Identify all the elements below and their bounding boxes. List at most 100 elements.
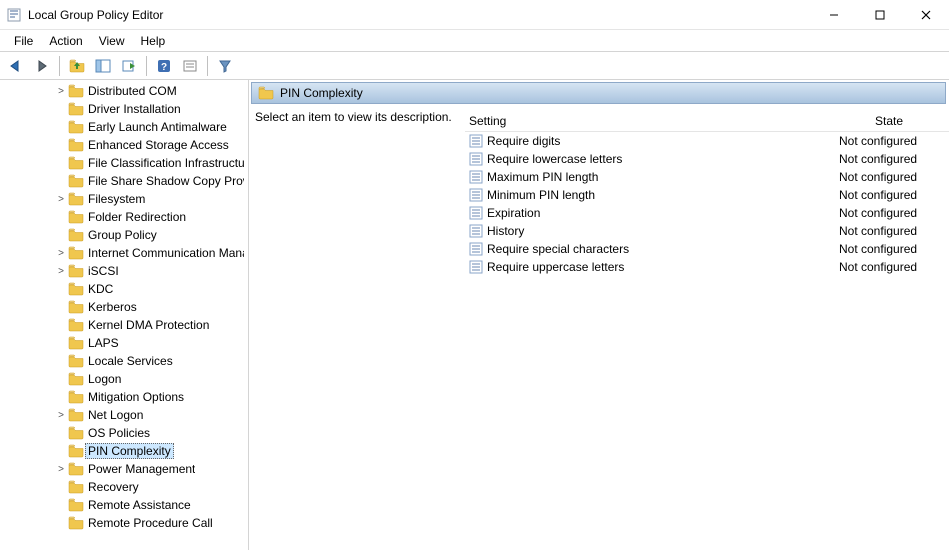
setting-state: Not configured bbox=[829, 134, 949, 148]
tree-item[interactable]: Group Policy bbox=[0, 226, 248, 244]
tree-item-label: Folder Redirection bbox=[88, 210, 186, 224]
settings-list: Setting State Require digitsNot configur… bbox=[465, 110, 949, 550]
expander-icon[interactable]: > bbox=[54, 410, 68, 421]
tree-item[interactable]: PIN Complexity bbox=[0, 442, 248, 460]
setting-label: Require lowercase letters bbox=[487, 152, 622, 166]
menu-file[interactable]: File bbox=[6, 32, 41, 50]
folder-icon bbox=[68, 174, 84, 188]
export-button[interactable] bbox=[117, 55, 141, 77]
tree-item[interactable]: Folder Redirection bbox=[0, 208, 248, 226]
setting-icon bbox=[469, 188, 483, 202]
setting-state: Not configured bbox=[829, 152, 949, 166]
tree-item-label: Net Logon bbox=[88, 408, 143, 422]
expander-icon[interactable]: > bbox=[54, 194, 68, 205]
tree-item-label: Logon bbox=[88, 372, 121, 386]
tree-item[interactable]: LAPS bbox=[0, 334, 248, 352]
app-icon bbox=[6, 7, 22, 23]
column-header-state[interactable]: State bbox=[829, 114, 949, 128]
setting-label: Require special characters bbox=[487, 242, 629, 256]
tree-item[interactable]: Remote Assistance bbox=[0, 496, 248, 514]
filter-button[interactable] bbox=[213, 55, 237, 77]
maximize-button[interactable] bbox=[857, 0, 903, 30]
tree-item[interactable]: File Classification Infrastructure bbox=[0, 154, 248, 172]
tree-item-label: KDC bbox=[88, 282, 113, 296]
tree-item[interactable]: Logon bbox=[0, 370, 248, 388]
tree-item[interactable]: OS Policies bbox=[0, 424, 248, 442]
folder-icon bbox=[68, 372, 84, 386]
properties-button[interactable] bbox=[178, 55, 202, 77]
close-button[interactable] bbox=[903, 0, 949, 30]
setting-row[interactable]: Minimum PIN lengthNot configured bbox=[465, 186, 949, 204]
setting-row[interactable]: ExpirationNot configured bbox=[465, 204, 949, 222]
setting-row[interactable]: Require digitsNot configured bbox=[465, 132, 949, 150]
tree-item[interactable]: Recovery bbox=[0, 478, 248, 496]
tree-item-label: PIN Complexity bbox=[85, 443, 174, 459]
tree-item[interactable]: Early Launch Antimalware bbox=[0, 118, 248, 136]
folder-icon bbox=[68, 156, 84, 170]
folder-icon bbox=[68, 138, 84, 152]
tree-item[interactable]: Remote Procedure Call bbox=[0, 514, 248, 532]
folder-icon bbox=[68, 84, 84, 98]
minimize-button[interactable] bbox=[811, 0, 857, 30]
menu-view[interactable]: View bbox=[91, 32, 133, 50]
content-pane: PIN Complexity Select an item to view it… bbox=[249, 80, 949, 550]
setting-icon bbox=[469, 152, 483, 166]
folder-icon bbox=[68, 282, 84, 296]
tree-item[interactable]: KDC bbox=[0, 280, 248, 298]
content-header: PIN Complexity bbox=[251, 82, 946, 104]
folder-icon bbox=[68, 444, 84, 458]
description-column: Select an item to view its description. bbox=[255, 110, 465, 550]
setting-row[interactable]: Require uppercase lettersNot configured bbox=[465, 258, 949, 276]
tree-item[interactable]: >iSCSI bbox=[0, 262, 248, 280]
forward-button[interactable] bbox=[30, 55, 54, 77]
tree-item[interactable]: Kerberos bbox=[0, 298, 248, 316]
tree-item[interactable]: Locale Services bbox=[0, 352, 248, 370]
tree-item-label: File Share Shadow Copy Provider bbox=[88, 174, 244, 188]
tree-item-label: Kerberos bbox=[88, 300, 137, 314]
folder-icon bbox=[68, 498, 84, 512]
tree-item[interactable]: Enhanced Storage Access bbox=[0, 136, 248, 154]
folder-icon bbox=[68, 318, 84, 332]
setting-icon bbox=[469, 224, 483, 238]
show-hide-tree-button[interactable] bbox=[91, 55, 115, 77]
back-button[interactable] bbox=[4, 55, 28, 77]
setting-state: Not configured bbox=[829, 242, 949, 256]
tree-item-label: Enhanced Storage Access bbox=[88, 138, 229, 152]
tree-item-label: Remote Procedure Call bbox=[88, 516, 213, 530]
help-button[interactable]: ? bbox=[152, 55, 176, 77]
expander-icon[interactable]: > bbox=[54, 464, 68, 475]
tree-item[interactable]: >Power Management bbox=[0, 460, 248, 478]
tree-item-label: Kernel DMA Protection bbox=[88, 318, 209, 332]
tree-item[interactable]: Kernel DMA Protection bbox=[0, 316, 248, 334]
setting-row[interactable]: HistoryNot configured bbox=[465, 222, 949, 240]
title-bar: Local Group Policy Editor bbox=[0, 0, 949, 30]
tree-item-label: Recovery bbox=[88, 480, 139, 494]
setting-icon bbox=[469, 206, 483, 220]
tree-item-label: Locale Services bbox=[88, 354, 173, 368]
folder-icon bbox=[68, 264, 84, 278]
tree-item[interactable]: >Distributed COM bbox=[0, 82, 248, 100]
setting-row[interactable]: Require special characters Not configured bbox=[465, 240, 949, 258]
tree-item[interactable]: File Share Shadow Copy Provider bbox=[0, 172, 248, 190]
tree-item[interactable]: >Filesystem bbox=[0, 190, 248, 208]
menu-action[interactable]: Action bbox=[41, 32, 90, 50]
tree-item[interactable]: Mitigation Options bbox=[0, 388, 248, 406]
folder-icon bbox=[68, 228, 84, 242]
column-header-setting[interactable]: Setting bbox=[465, 114, 829, 128]
up-button[interactable] bbox=[65, 55, 89, 77]
expander-icon[interactable]: > bbox=[54, 248, 68, 259]
tree-item[interactable]: > Net Logon bbox=[0, 406, 248, 424]
list-header: Setting State bbox=[465, 110, 949, 132]
setting-row[interactable]: Maximum PIN lengthNot configured bbox=[465, 168, 949, 186]
tree-item[interactable]: Driver Installation bbox=[0, 100, 248, 118]
setting-label: Require uppercase letters bbox=[487, 260, 624, 274]
folder-icon bbox=[68, 462, 84, 476]
tree-pane[interactable]: >Distributed COMDriver InstallationEarly… bbox=[0, 80, 249, 550]
folder-icon bbox=[68, 210, 84, 224]
setting-row[interactable]: Require lowercase letters Not configured bbox=[465, 150, 949, 168]
menu-help[interactable]: Help bbox=[133, 32, 174, 50]
folder-icon bbox=[68, 336, 84, 350]
expander-icon[interactable]: > bbox=[54, 266, 68, 277]
expander-icon[interactable]: > bbox=[54, 86, 68, 97]
tree-item[interactable]: >Internet Communication Management bbox=[0, 244, 248, 262]
